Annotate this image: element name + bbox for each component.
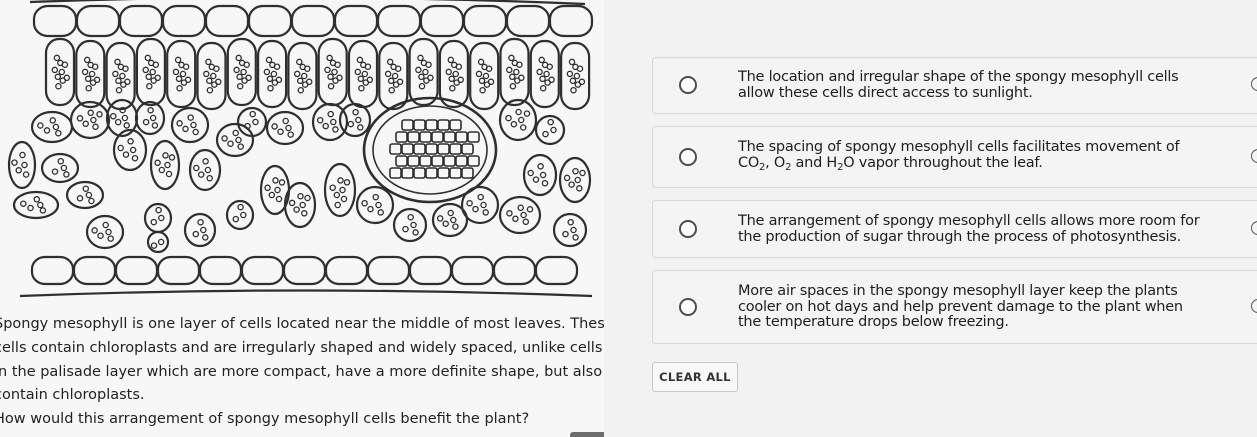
spongy-cell: [522, 153, 558, 197]
answer-choice-b[interactable]: The spacing of spongy mesophyll cells fa…: [652, 126, 1257, 188]
question-pane: Spongy mesophyll is one layer of cells l…: [0, 0, 604, 437]
palisade-cell: [196, 41, 227, 111]
spongy-cell: [188, 148, 222, 192]
choice-b-text: The spacing of spongy mesophyll cells fa…: [738, 139, 1223, 173]
spongy-cell: [40, 152, 80, 184]
palisade-cell: [317, 37, 348, 107]
spongy-cell: [265, 110, 305, 146]
spongy-cell: [183, 212, 217, 248]
spongy-cell: [143, 202, 173, 234]
choice-a-text: The location and irregular shape of the …: [738, 69, 1223, 101]
spongy-cell: [552, 212, 588, 248]
palisade-cell: [287, 41, 318, 111]
spongy-cell: [498, 195, 542, 235]
spongy-cell: [236, 106, 268, 138]
palisade-cell: [469, 41, 500, 111]
question-text: Spongy mesophyll is one layer of cells l…: [0, 313, 604, 432]
spongy-cell: [65, 180, 105, 210]
palisade-cell: [44, 37, 76, 107]
spongy-cell: [392, 207, 428, 243]
spongy-cell: [12, 190, 60, 220]
spongy-cell: [146, 230, 170, 254]
spongy-cell: [323, 162, 357, 218]
palisade-cell: [438, 39, 469, 109]
palisade-cell: [499, 37, 530, 107]
spongy-cell: [134, 100, 166, 136]
palisade-cell: [378, 41, 409, 111]
choice-d-line-3: the temperature drops below freezing.: [738, 314, 1009, 330]
spongy-cell: [30, 110, 74, 144]
spongy-cell: [498, 98, 538, 142]
palisade-cell: [166, 39, 197, 109]
scroll-handle[interactable]: [570, 432, 604, 437]
spongy-cell: [558, 156, 592, 204]
spongy-cell: [85, 214, 125, 250]
choice-b-line-1: The spacing of spongy mesophyll cells fa…: [738, 139, 1180, 155]
choice-a-line-2: allow these cells direct access to sunli…: [738, 84, 1033, 101]
radio-button-c[interactable]: [679, 220, 697, 238]
answer-choice-c[interactable]: The arrangement of spongy mesophyll cell…: [652, 200, 1257, 258]
spongy-cell: [355, 185, 395, 225]
spongy-cell: [338, 102, 372, 138]
spongy-cell: [149, 139, 181, 191]
spongy-cell: [311, 102, 349, 142]
palisade-cell: [257, 39, 288, 109]
palisade-cell: [347, 39, 379, 109]
choice-b-line-2: CO2, O2 and H2O vapor throughout the lea…: [738, 154, 1043, 173]
spongy-cell: [7, 140, 37, 190]
passage-line-2: cells contain chloroplasts and are irreg…: [0, 339, 603, 356]
passage-line-3: in the palisade layer which are more com…: [0, 363, 603, 380]
passage-line-1: Spongy mesophyll is one layer of cells l…: [0, 316, 604, 332]
spongy-cell: [534, 114, 566, 146]
palisade-cell: [408, 37, 439, 107]
spongy-cell: [112, 128, 148, 172]
choice-a-line-1: The location and irregular shape of the …: [738, 69, 1179, 85]
choice-c-text: The arrangement of spongy mesophyll cell…: [738, 213, 1223, 245]
palisade-cell: [75, 39, 106, 109]
palisade-cell: [529, 39, 560, 109]
leaf-cross-section-illustration: [7, 0, 594, 298]
question-prompt: How would this arrangement of spongy mes…: [0, 411, 530, 428]
choice-d-line-1: More air spaces in the spongy mesophyll …: [738, 283, 1178, 299]
palisade-cell: [226, 37, 257, 107]
passage-line-4: contain chloroplasts.: [0, 387, 145, 404]
radio-button-d[interactable]: [679, 298, 697, 316]
radio-button-a[interactable]: [679, 76, 697, 94]
palisade-cell: [559, 41, 591, 111]
clear-all-button[interactable]: CLEAR ALL: [652, 362, 738, 392]
spongy-cell: [283, 181, 317, 229]
answer-choice-d[interactable]: More air spaces in the spongy mesophyll …: [652, 270, 1257, 344]
spongy-cell: [170, 106, 210, 144]
radio-button-b[interactable]: [679, 148, 697, 166]
choice-c-line-2: the production of sugar through the proc…: [738, 228, 1181, 245]
palisade-cell: [135, 37, 166, 107]
choice-d-text: More air spaces in the spongy mesophyll …: [738, 283, 1223, 331]
choice-d-line-2: cooler on hot days and help prevent dama…: [738, 298, 1183, 315]
choice-c-line-1: The arrangement of spongy mesophyll cell…: [738, 213, 1200, 229]
answer-choice-a[interactable]: The location and irregular shape of the …: [652, 57, 1257, 114]
spongy-cell: [225, 199, 255, 231]
